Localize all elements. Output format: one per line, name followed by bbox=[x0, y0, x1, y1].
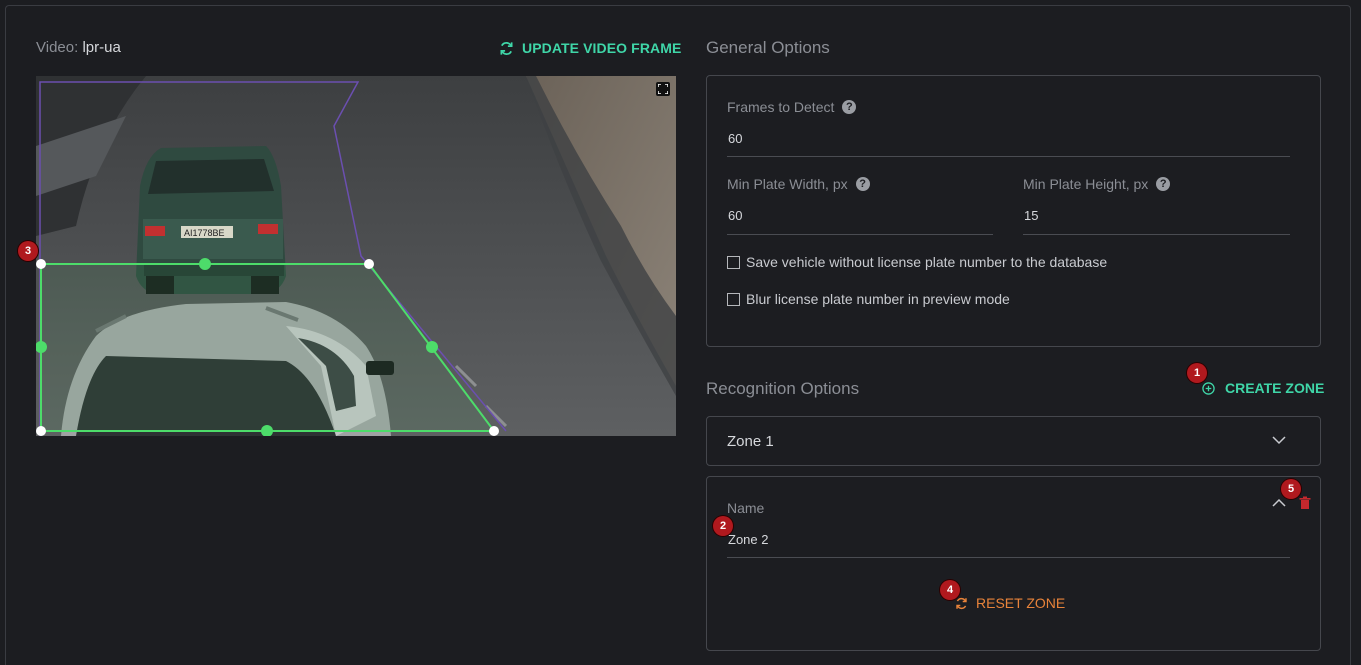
help-icon[interactable]: ? bbox=[1156, 177, 1171, 191]
refresh-icon bbox=[956, 597, 967, 609]
zone-midpoint-handle[interactable] bbox=[199, 258, 211, 270]
frames-underline bbox=[727, 156, 1290, 157]
general-options-title: General Options bbox=[706, 38, 830, 57]
min-plate-width-input[interactable]: 60 bbox=[728, 208, 988, 223]
zone-name-label: Name bbox=[727, 500, 765, 516]
zone-name-input[interactable]: Zone 2 bbox=[728, 532, 1283, 547]
badge-3: 3 bbox=[18, 241, 38, 261]
fullscreen-icon[interactable] bbox=[656, 82, 670, 96]
recognition-options-title: Recognition Options bbox=[706, 379, 860, 398]
min-plate-height-text: Min Plate Height, px bbox=[1023, 176, 1149, 192]
zone-handle[interactable] bbox=[36, 259, 46, 269]
video-label: Video: lpr-ua bbox=[36, 39, 121, 56]
zone-name-underline bbox=[727, 557, 1290, 558]
help-icon[interactable]: ? bbox=[842, 100, 857, 114]
help-icon[interactable]: ? bbox=[855, 177, 870, 191]
zone-handle[interactable] bbox=[36, 426, 46, 436]
plus-circle-icon bbox=[1202, 381, 1215, 395]
update-video-frame-button[interactable]: UPDATE VIDEO FRAME bbox=[499, 40, 681, 56]
blur-plate-label: Blur license plate number in preview mod… bbox=[746, 291, 1010, 307]
create-zone-button[interactable]: CREATE ZONE bbox=[1202, 380, 1324, 396]
trash-icon[interactable] bbox=[1298, 496, 1312, 510]
zone-details-panel bbox=[706, 476, 1321, 651]
zone-select[interactable]: Zone 1 bbox=[706, 416, 1321, 466]
zone-midpoint-handle[interactable] bbox=[426, 341, 438, 353]
frames-to-detect-text: Frames to Detect bbox=[727, 99, 835, 115]
frames-to-detect-label: Frames to Detect ? bbox=[727, 99, 857, 115]
save-vehicle-checkbox-row[interactable]: Save vehicle without license plate numbe… bbox=[727, 254, 1107, 270]
zone-handle[interactable] bbox=[489, 426, 499, 436]
reset-zone-label: RESET ZONE bbox=[976, 595, 1066, 611]
zone-handle[interactable] bbox=[364, 259, 374, 269]
zone-select-value: Zone 1 bbox=[727, 433, 774, 450]
video-label-prefix: Video: bbox=[36, 39, 79, 56]
min-plate-height-label: Min Plate Height, px ? bbox=[1023, 176, 1171, 192]
frames-to-detect-input[interactable]: 60 bbox=[728, 131, 1288, 146]
blur-plate-checkbox-row[interactable]: Blur license plate number in preview mod… bbox=[727, 291, 1010, 307]
chevron-down-icon bbox=[1272, 436, 1286, 445]
chevron-up-icon[interactable] bbox=[1272, 498, 1286, 507]
zone-overlay[interactable] bbox=[36, 76, 676, 436]
min-plate-width-text: Min Plate Width, px bbox=[727, 176, 848, 192]
create-zone-label: CREATE ZONE bbox=[1225, 380, 1325, 396]
save-vehicle-label: Save vehicle without license plate numbe… bbox=[746, 254, 1108, 270]
min-width-underline bbox=[727, 234, 993, 235]
blur-plate-checkbox[interactable] bbox=[727, 292, 740, 306]
update-video-frame-label: UPDATE VIDEO FRAME bbox=[522, 40, 682, 56]
video-frame: АІ1778ВЕ bbox=[36, 76, 676, 436]
video-name: lpr-ua bbox=[82, 39, 121, 56]
min-plate-width-label: Min Plate Width, px ? bbox=[727, 176, 870, 192]
reset-zone-button[interactable]: RESET ZONE bbox=[955, 595, 1065, 611]
min-plate-height-input[interactable]: 15 bbox=[1024, 208, 1284, 223]
save-vehicle-checkbox[interactable] bbox=[727, 255, 740, 269]
refresh-icon bbox=[500, 41, 513, 55]
min-height-underline bbox=[1023, 234, 1290, 235]
